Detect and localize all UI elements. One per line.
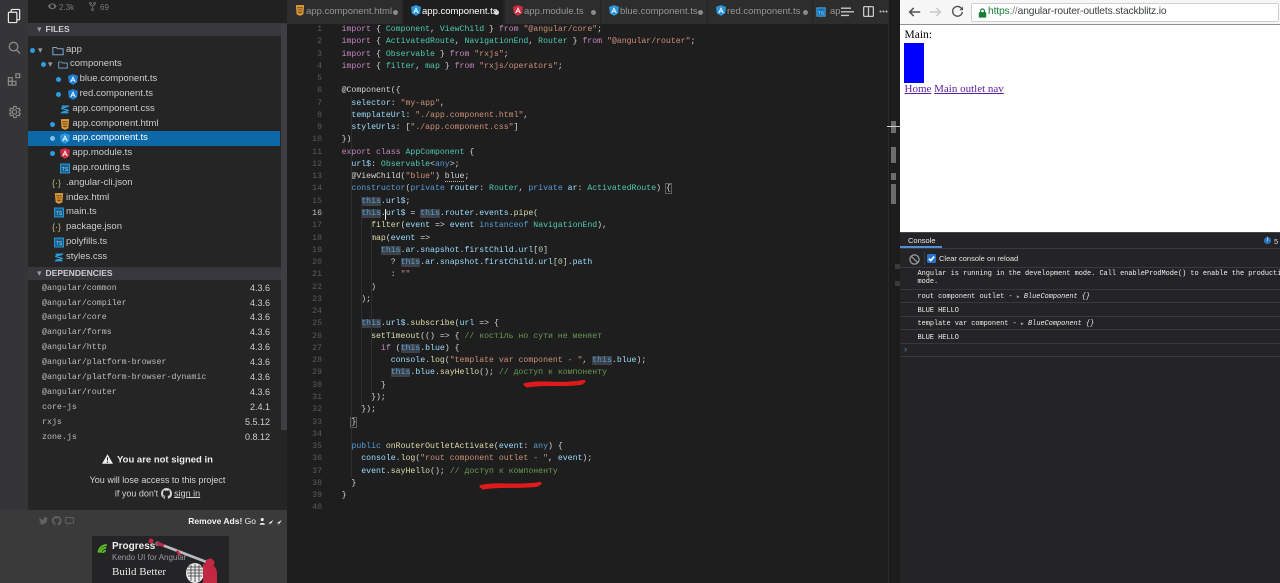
svg-text:TS: TS — [56, 241, 63, 247]
svg-text:TS: TS — [818, 10, 824, 15]
svg-text:TS: TS — [56, 211, 63, 217]
svg-text:TS: TS — [62, 167, 69, 173]
